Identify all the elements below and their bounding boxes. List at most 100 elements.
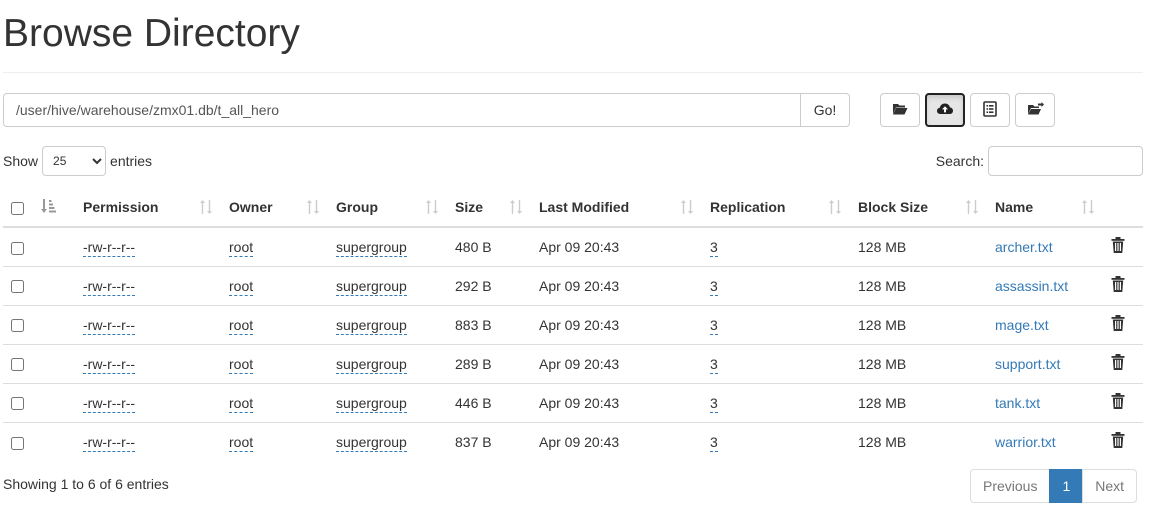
permission-link[interactable]: -rw-r--r-- — [83, 316, 136, 335]
row-select-cell — [3, 265, 32, 305]
next-page-button[interactable]: Next — [1082, 469, 1138, 503]
permission-link[interactable]: -rw-r--r-- — [83, 394, 136, 413]
owner-link[interactable]: root — [229, 316, 254, 335]
row-checkbox[interactable] — [11, 358, 24, 372]
actions-cell — [1103, 227, 1143, 266]
page-1-button[interactable]: 1 — [1049, 469, 1084, 503]
file-name-link[interactable]: mage.txt — [995, 317, 1049, 333]
group-cell: supergroup — [328, 382, 447, 422]
sort-icon — [828, 200, 842, 214]
size-cell: 837 B — [447, 421, 531, 461]
size-header[interactable]: Size — [447, 188, 531, 228]
table-row: -rw-r--r-- root supergroup 883 B Apr 09 … — [3, 304, 1143, 344]
go-button[interactable]: Go! — [800, 93, 850, 127]
owner-link[interactable]: root — [229, 394, 254, 413]
group-link[interactable]: supergroup — [336, 355, 407, 374]
last-modified-cell: Apr 09 20:43 — [531, 343, 702, 383]
replication-cell: 3 — [702, 265, 850, 305]
permission-link[interactable]: -rw-r--r-- — [83, 355, 136, 374]
row-checkbox[interactable] — [11, 241, 24, 255]
row-checkbox[interactable] — [11, 319, 24, 333]
group-header[interactable]: Group — [328, 188, 447, 228]
file-name-link[interactable]: assassin.txt — [995, 278, 1068, 294]
row-checkbox[interactable] — [11, 436, 24, 450]
owner-link[interactable]: root — [229, 433, 254, 452]
permission-link[interactable]: -rw-r--r-- — [83, 277, 136, 296]
search-input[interactable] — [988, 146, 1143, 176]
group-link[interactable]: supergroup — [336, 316, 407, 335]
trash-icon[interactable] — [1111, 315, 1125, 331]
name-cell: archer.txt — [987, 227, 1103, 266]
replication-header[interactable]: Replication — [702, 188, 850, 228]
trash-icon[interactable] — [1111, 432, 1125, 449]
last-modified-header-label: Last Modified — [539, 199, 630, 215]
permission-link[interactable]: -rw-r--r-- — [83, 433, 136, 452]
trash-icon[interactable] — [1111, 276, 1125, 292]
owner-header[interactable]: Owner — [221, 188, 328, 228]
previous-page-button[interactable]: Previous — [970, 469, 1051, 503]
create-directory-button[interactable] — [880, 93, 920, 127]
file-name-link[interactable]: warrior.txt — [995, 434, 1056, 450]
replication-link[interactable]: 3 — [710, 277, 718, 296]
actions-header — [1103, 188, 1143, 228]
replication-link[interactable]: 3 — [710, 316, 718, 335]
last-modified-header[interactable]: Last Modified — [531, 188, 702, 228]
group-link[interactable]: supergroup — [336, 238, 407, 257]
entries-length-select[interactable]: 25 — [42, 146, 107, 176]
block-size-cell: 128 MB — [850, 265, 987, 305]
group-link[interactable]: supergroup — [336, 394, 407, 413]
spacer-cell — [32, 343, 75, 383]
owner-link[interactable]: root — [229, 238, 254, 257]
permission-link[interactable]: -rw-r--r-- — [83, 238, 136, 257]
cut-paste-button[interactable] — [970, 93, 1010, 127]
replication-link[interactable]: 3 — [710, 238, 718, 257]
owner-cell: root — [221, 265, 328, 305]
group-cell: supergroup — [328, 304, 447, 344]
block-size-header[interactable]: Block Size — [850, 188, 987, 228]
group-header-label: Group — [336, 199, 378, 215]
size-cell: 289 B — [447, 343, 531, 383]
move-button[interactable] — [1015, 93, 1055, 127]
permission-cell: -rw-r--r-- — [75, 421, 221, 461]
sort-icon — [425, 200, 439, 214]
owner-cell: root — [221, 421, 328, 461]
owner-cell: root — [221, 382, 328, 422]
replication-link[interactable]: 3 — [710, 355, 718, 374]
file-name-link[interactable]: tank.txt — [995, 395, 1040, 411]
select-all-checkbox[interactable] — [11, 201, 24, 215]
replication-cell: 3 — [702, 421, 850, 461]
group-link[interactable]: supergroup — [336, 433, 407, 452]
row-checkbox[interactable] — [11, 397, 24, 411]
row-checkbox[interactable] — [11, 280, 24, 294]
owner-link[interactable]: root — [229, 277, 254, 296]
trash-icon[interactable] — [1111, 237, 1125, 254]
replication-link[interactable]: 3 — [710, 394, 718, 413]
trash-icon[interactable] — [1111, 354, 1125, 370]
permission-cell: -rw-r--r-- — [75, 343, 221, 383]
toolbar — [880, 93, 1055, 127]
group-link[interactable]: supergroup — [336, 277, 407, 296]
trash-icon[interactable] — [1111, 393, 1125, 409]
block-size-cell: 128 MB — [850, 382, 987, 422]
folder-open-icon — [892, 102, 908, 119]
row-select-cell — [3, 304, 32, 344]
size-cell: 446 B — [447, 382, 531, 422]
permission-header[interactable]: Permission — [75, 188, 221, 228]
sort-icon — [1081, 200, 1095, 214]
group-cell: supergroup — [328, 421, 447, 461]
replication-link[interactable]: 3 — [710, 433, 718, 452]
name-header-label: Name — [995, 199, 1034, 215]
row-select-cell — [3, 421, 32, 461]
replication-cell: 3 — [702, 382, 850, 422]
path-input[interactable] — [3, 93, 800, 127]
file-name-link[interactable]: archer.txt — [995, 239, 1053, 255]
upload-button[interactable] — [925, 93, 965, 127]
sort-column-header[interactable] — [32, 188, 75, 228]
file-table: Permission Owner Group Size Last Modifie… — [3, 188, 1143, 461]
name-header[interactable]: Name — [987, 188, 1103, 228]
file-name-link[interactable]: support.txt — [995, 356, 1060, 372]
entries-label: entries — [110, 153, 153, 169]
owner-link[interactable]: root — [229, 355, 254, 374]
sort-icon — [680, 200, 694, 214]
folder-move-icon — [1027, 101, 1044, 119]
